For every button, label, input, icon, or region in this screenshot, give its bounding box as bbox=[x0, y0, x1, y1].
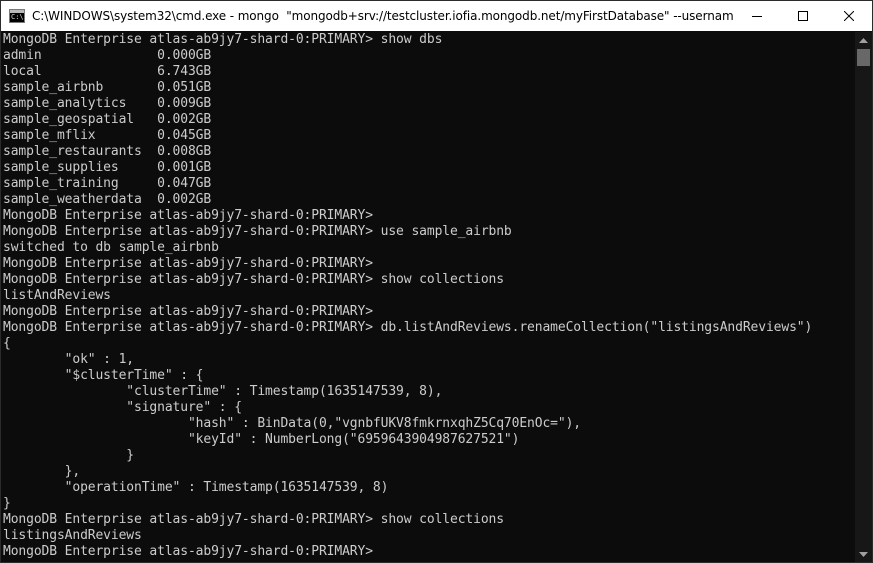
scroll-up-button[interactable] bbox=[855, 32, 872, 49]
console-line: } bbox=[3, 448, 135, 463]
console-line: sample_analytics 0.009GB bbox=[3, 96, 212, 111]
arrow-up-icon bbox=[859, 38, 868, 43]
console-line: MongoDB Enterprise atlas-ab9jy7-shard-0:… bbox=[3, 512, 504, 527]
console-line: "ok" : 1, bbox=[3, 352, 135, 367]
console-line: "clusterTime" : Timestamp(1635147539, 8)… bbox=[3, 384, 443, 399]
console-line: MongoDB Enterprise atlas-ab9jy7-shard-0:… bbox=[3, 224, 512, 239]
console-line: "keyId" : NumberLong("695964390498762752… bbox=[3, 432, 520, 447]
console-line: { bbox=[3, 336, 11, 351]
console-line: MongoDB Enterprise atlas-ab9jy7-shard-0:… bbox=[3, 320, 813, 335]
console-line: sample_geospatial 0.002GB bbox=[3, 112, 212, 127]
console-line: MongoDB Enterprise atlas-ab9jy7-shard-0:… bbox=[3, 208, 373, 223]
console-line: sample_weatherdata 0.002GB bbox=[3, 192, 212, 207]
console-output[interactable]: MongoDB Enterprise atlas-ab9jy7-shard-0:… bbox=[1, 32, 854, 562]
console-line: "operationTime" : Timestamp(1635147539, … bbox=[3, 480, 389, 495]
minimize-button[interactable] bbox=[734, 1, 780, 31]
console-line: }, bbox=[3, 464, 81, 479]
maximize-button[interactable] bbox=[780, 1, 826, 31]
console-line: sample_supplies 0.001GB bbox=[3, 160, 212, 175]
console-line: "signature" : { bbox=[3, 400, 242, 415]
console-line: sample_restaurants 0.008GB bbox=[3, 144, 212, 159]
maximize-icon bbox=[798, 11, 808, 21]
console-line: MongoDB Enterprise atlas-ab9jy7-shard-0:… bbox=[3, 256, 373, 271]
console-line: "hash" : BinData(0,"vgnbfUKV8fmkrnxqhZ5C… bbox=[3, 416, 581, 431]
cmd-icon[interactable]: C:\ bbox=[9, 9, 25, 23]
console-line: listAndReviews bbox=[3, 288, 111, 303]
vertical-scrollbar[interactable] bbox=[855, 32, 872, 562]
console-line: MongoDB Enterprise atlas-ab9jy7-shard-0:… bbox=[3, 544, 373, 559]
close-icon bbox=[844, 11, 854, 21]
console-line: sample_airbnb 0.051GB bbox=[3, 80, 212, 95]
console-line: sample_mflix 0.045GB bbox=[3, 128, 212, 143]
scrollbar-thumb[interactable] bbox=[857, 49, 870, 66]
console-line: local 6.743GB bbox=[3, 64, 212, 79]
console-line: MongoDB Enterprise atlas-ab9jy7-shard-0:… bbox=[3, 304, 373, 319]
scroll-down-button[interactable] bbox=[855, 546, 872, 562]
console-line: switched to db sample_airbnb bbox=[3, 240, 219, 255]
minimize-icon bbox=[752, 16, 762, 17]
console-line: } bbox=[3, 496, 11, 511]
console-line: "$clusterTime" : { bbox=[3, 368, 204, 383]
console-line: listingsAndReviews bbox=[3, 528, 142, 543]
console-line: sample_training 0.047GB bbox=[3, 176, 212, 191]
console-line: admin 0.000GB bbox=[3, 48, 212, 63]
close-button[interactable] bbox=[826, 1, 872, 31]
arrow-down-icon bbox=[859, 552, 868, 557]
window-title: C:\WINDOWS\system32\cmd.exe - mongo "mon… bbox=[32, 9, 734, 23]
console-line: MongoDB Enterprise atlas-ab9jy7-shard-0:… bbox=[3, 272, 504, 287]
cmd-window: C:\ C:\WINDOWS\system32\cmd.exe - mongo … bbox=[0, 0, 873, 563]
console-line: MongoDB Enterprise atlas-ab9jy7-shard-0:… bbox=[3, 32, 443, 47]
cmd-icon-text: C:\ bbox=[11, 13, 24, 21]
title-bar[interactable]: C:\ C:\WINDOWS\system32\cmd.exe - mongo … bbox=[1, 1, 872, 31]
